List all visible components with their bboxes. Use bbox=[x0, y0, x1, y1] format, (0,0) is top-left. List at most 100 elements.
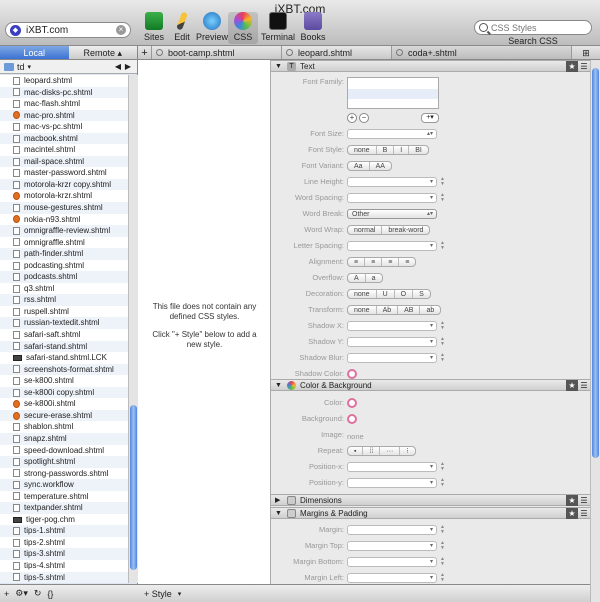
file-list-item[interactable]: se-k800i copy.shtml bbox=[0, 386, 128, 399]
repeat-x-icon[interactable]: ··· bbox=[380, 447, 401, 455]
add-font-button[interactable]: + bbox=[347, 113, 357, 123]
align-right-icon[interactable]: ≡ bbox=[382, 258, 400, 266]
margin-bottom-stepper[interactable]: ▲ ▼ bbox=[439, 557, 446, 567]
back-icon[interactable]: ◀ bbox=[113, 62, 123, 71]
font-family-list[interactable] bbox=[347, 77, 439, 109]
file-list-item[interactable]: secure-erase.shtml bbox=[0, 409, 128, 422]
menu-icon[interactable]: ☰ bbox=[578, 380, 590, 391]
file-list-item[interactable]: master-password.shtml bbox=[0, 167, 128, 179]
file-list-item[interactable]: tips-5.shtml bbox=[0, 571, 128, 583]
menu-icon[interactable]: ☰ bbox=[578, 508, 590, 519]
font-style-segment[interactable]: none B I BI bbox=[347, 145, 429, 155]
file-list-item[interactable]: screenshots-format.shtml bbox=[0, 363, 128, 376]
transform-option[interactable]: Ab bbox=[377, 306, 399, 314]
file-list-item[interactable]: omnigraffle.shtml bbox=[0, 236, 128, 249]
font-style-option[interactable]: I bbox=[394, 146, 410, 154]
word-wrap-option[interactable]: normal bbox=[348, 226, 383, 234]
font-size-popup[interactable]: ▴▾ bbox=[347, 129, 437, 139]
file-list-item[interactable]: russian-textedit.shtml bbox=[0, 317, 128, 330]
chevron-down-icon[interactable]: ▾ bbox=[28, 63, 32, 71]
color-swatch[interactable] bbox=[347, 398, 357, 408]
disclosure-open-icon[interactable]: ▼ bbox=[275, 508, 283, 519]
line-height-stepper[interactable]: ▲ ▼ bbox=[439, 177, 446, 187]
align-justify-icon[interactable]: ≡ bbox=[399, 258, 415, 266]
position-y-stepper[interactable]: ▲ ▼ bbox=[439, 478, 446, 488]
file-list-item[interactable]: tiger-pog.chm bbox=[0, 513, 128, 526]
file-list-item[interactable]: mac-vs-pc.shtml bbox=[0, 121, 128, 133]
star-icon[interactable]: ★ bbox=[566, 507, 578, 519]
path-popup[interactable]: td bbox=[17, 62, 25, 72]
word-spacing-stepper[interactable]: ▲ ▼ bbox=[439, 193, 446, 203]
file-list-item[interactable]: motorola-krzr copy.shtml bbox=[0, 178, 128, 191]
file-list-item[interactable]: mouse-gestures.shtml bbox=[0, 202, 128, 214]
css-search-field[interactable] bbox=[474, 20, 592, 35]
alignment-segment[interactable]: ≡ ≡ ≡ ≡ bbox=[347, 257, 417, 267]
tab-coda-plus[interactable]: coda+.shtml bbox=[392, 46, 572, 59]
font-style-option[interactable]: BI bbox=[409, 146, 428, 154]
split-view-icon[interactable]: ⊞ bbox=[572, 46, 600, 59]
transform-option[interactable]: AB bbox=[398, 306, 421, 314]
margin-popup[interactable]: ▾ bbox=[347, 525, 437, 535]
sidebar-scrollbar[interactable] bbox=[128, 75, 138, 583]
decoration-option[interactable]: S bbox=[413, 290, 430, 298]
file-list-item[interactable]: mac-disks-pc.shtml bbox=[0, 86, 128, 99]
shadow-blur-popup[interactable]: ▾ bbox=[347, 353, 437, 363]
repeat-both-icon[interactable]: ⁞⁞ bbox=[363, 447, 381, 455]
file-list-item[interactable]: motorola-krzr.shtml bbox=[0, 190, 128, 203]
file-list-item[interactable]: se-k800i.shtml bbox=[0, 398, 128, 410]
gear-icon[interactable]: ⚙▾ bbox=[15, 588, 28, 599]
shadow-blur-stepper[interactable]: ▲ ▼ bbox=[439, 353, 446, 363]
file-list-item[interactable]: temperature.shtml bbox=[0, 490, 128, 503]
remove-font-button[interactable]: − bbox=[359, 113, 369, 123]
tab-boot-camp[interactable]: boot-camp.shtml bbox=[152, 46, 282, 59]
section-margins-padding[interactable]: ▼ Margins & Padding ★ ☰ bbox=[271, 507, 590, 519]
scroll-thumb[interactable] bbox=[592, 68, 599, 458]
file-list-item[interactable]: path-finder.shtml bbox=[0, 248, 128, 260]
file-list-item[interactable]: safari-saft.shtml bbox=[0, 329, 128, 341]
overflow-segment[interactable]: Aa bbox=[347, 273, 383, 283]
repeat-none-icon[interactable]: ▪ bbox=[348, 447, 364, 455]
file-list-item[interactable]: omnigraffle-review.shtml bbox=[0, 225, 128, 237]
scroll-thumb[interactable] bbox=[130, 405, 137, 570]
file-list-item[interactable]: podcasting.shtml bbox=[0, 259, 128, 272]
tab-close-icon[interactable] bbox=[396, 49, 403, 56]
word-wrap-segment[interactable]: normal break-word bbox=[347, 225, 431, 235]
margin-left-popup[interactable]: ▾ bbox=[347, 573, 437, 583]
sync-icon[interactable]: ↻ bbox=[34, 588, 42, 599]
word-wrap-option[interactable]: break-word bbox=[382, 226, 429, 234]
tab-close-icon[interactable] bbox=[286, 49, 293, 56]
word-break-popup[interactable]: Other ▴▾ bbox=[347, 209, 437, 219]
margin-bottom-popup[interactable]: ▾ bbox=[347, 557, 437, 567]
font-style-option[interactable]: B bbox=[377, 146, 395, 154]
file-list-item[interactable]: snapz.shtml bbox=[0, 432, 128, 445]
add-style-button[interactable]: + Style bbox=[144, 589, 172, 599]
file-list-item[interactable]: podcasts.shtml bbox=[0, 271, 128, 283]
disclosure-open-icon[interactable]: ▼ bbox=[275, 380, 283, 391]
decoration-segment[interactable]: none U O S bbox=[347, 289, 431, 299]
add-icon[interactable]: + bbox=[4, 589, 9, 599]
align-center-icon[interactable]: ≡ bbox=[365, 258, 383, 266]
file-list-item[interactable]: safari-stand.shtml.LCK bbox=[0, 352, 128, 364]
shadow-x-popup[interactable]: ▾ bbox=[347, 321, 437, 331]
shadow-color-swatch[interactable] bbox=[347, 369, 357, 379]
font-variant-option[interactable]: AA bbox=[370, 162, 391, 170]
forward-icon[interactable]: ▶ bbox=[123, 62, 133, 71]
star-icon[interactable]: ★ bbox=[566, 60, 578, 72]
file-list-item[interactable]: safari-stand.shtml bbox=[0, 340, 128, 353]
position-x-popup[interactable]: ▾ bbox=[347, 462, 437, 472]
word-spacing-popup[interactable]: ▾ bbox=[347, 193, 437, 203]
section-color-background[interactable]: ▼ Color & Background ★ ☰ bbox=[271, 379, 590, 391]
tab-close-icon[interactable] bbox=[156, 49, 163, 56]
panel-scrollbar[interactable] bbox=[590, 60, 600, 602]
file-list-item[interactable]: mac-pro.shtml bbox=[0, 109, 128, 122]
star-icon[interactable]: ★ bbox=[566, 494, 578, 506]
chevron-down-icon[interactable]: ▾ bbox=[178, 590, 182, 598]
position-x-stepper[interactable]: ▲ ▼ bbox=[439, 462, 446, 472]
font-style-option[interactable]: none bbox=[348, 146, 377, 154]
menu-icon[interactable]: ☰ bbox=[578, 61, 590, 72]
decoration-option[interactable]: O bbox=[395, 290, 414, 298]
new-tab-button[interactable]: + bbox=[138, 46, 152, 59]
font-variant-option[interactable]: Aa bbox=[348, 162, 370, 170]
transform-option[interactable]: none bbox=[348, 306, 377, 314]
books-button[interactable]: Books bbox=[296, 12, 330, 44]
